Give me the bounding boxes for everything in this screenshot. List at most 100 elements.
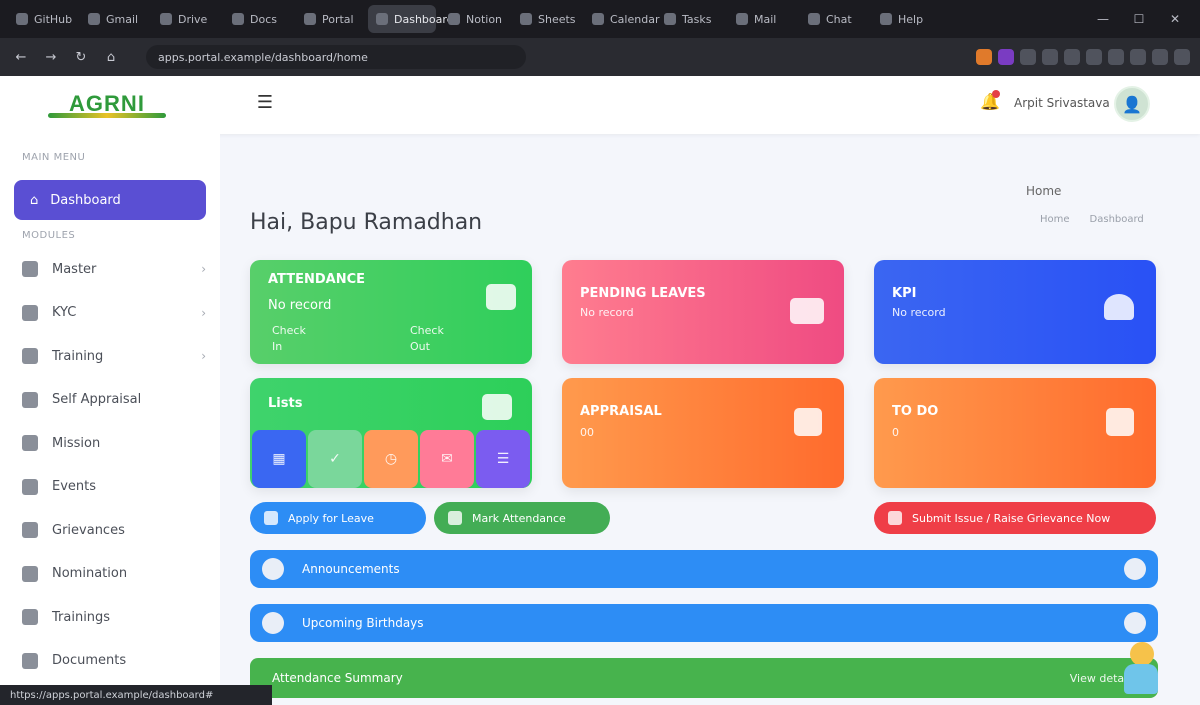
app-logo[interactable]: AGRNI (44, 86, 170, 122)
browser-tab[interactable]: GitHub (8, 5, 76, 33)
todo-card[interactable]: TO DO 0 (874, 378, 1156, 488)
card-title: ATTENDANCE (268, 272, 365, 287)
mascot-head (1130, 642, 1154, 666)
browser-tab[interactable]: Mail (728, 5, 796, 33)
menu-item-icon (22, 261, 38, 277)
card-value: 0 (892, 426, 899, 439)
tab-label: Portal (322, 12, 354, 26)
card-title: Lists (268, 396, 303, 411)
tab-label: Gmail (106, 12, 139, 26)
breadcrumb-home[interactable]: Home (1040, 214, 1070, 225)
avatar[interactable]: 👤 (1114, 86, 1150, 122)
lists-card: Lists ▦ ✓ ◷ ✉ ☰ (250, 378, 532, 488)
attendance-summary-bar[interactable]: Attendance Summary View details (250, 658, 1158, 698)
attendance-icon (448, 511, 462, 525)
heart-icon (482, 394, 512, 420)
sidebar-item-self-appraisal[interactable]: Self Appraisal (22, 385, 206, 415)
browser-tab[interactable]: Notion (440, 5, 508, 33)
browser-tab[interactable]: Chat (800, 5, 868, 33)
extension-icon[interactable] (1042, 49, 1058, 65)
tab-favicon (160, 13, 172, 25)
sidebar-item-label: Events (52, 479, 97, 494)
card-value: No record (580, 306, 634, 319)
birthdays-strip[interactable]: Upcoming Birthdays (250, 604, 1158, 642)
expand-icon[interactable] (1124, 612, 1146, 634)
sidebar-item-kyc[interactable]: KYC › (22, 298, 206, 328)
browser-tab[interactable]: Docs (224, 5, 292, 33)
card-title: APPRAISAL (580, 404, 662, 419)
forward-icon[interactable]: → (40, 46, 62, 68)
home-icon[interactable]: ⌂ (100, 46, 122, 68)
quick-link-tile[interactable]: ◷ (364, 430, 418, 488)
tab-label: Sheets (538, 12, 576, 26)
sidebar-item-mission[interactable]: Mission (22, 428, 206, 458)
button-label: Submit Issue / Raise Grievance Now (912, 511, 1111, 525)
breadcrumb-current: Dashboard (1089, 214, 1144, 225)
kpi-card[interactable]: KPI No record (874, 260, 1156, 364)
tab-label: Calendar (610, 12, 660, 26)
back-icon[interactable]: ← (10, 46, 32, 68)
extension-icon[interactable] (1086, 49, 1102, 65)
browser-tab[interactable]: Portal (296, 5, 364, 33)
browser-tab[interactable]: Sheets (512, 5, 580, 33)
close-window-icon[interactable]: ✕ (1162, 10, 1188, 28)
menu-item-icon (22, 609, 38, 625)
extension-icon[interactable] (998, 49, 1014, 65)
tab-label: Drive (178, 12, 208, 26)
apply-leave-button[interactable]: Apply for Leave (250, 502, 426, 534)
extension-icon[interactable] (1152, 49, 1168, 65)
sidebar-item-documents[interactable]: Documents (22, 646, 206, 676)
address-bar[interactable]: apps.portal.example/dashboard/home (146, 45, 526, 69)
breadcrumb-title: Home (1026, 184, 1062, 198)
sidebar-item-nomination[interactable]: Nomination (22, 559, 206, 589)
sidebar-item-events[interactable]: Events (22, 472, 206, 502)
quick-link-tile[interactable]: ✓ (308, 430, 362, 488)
browser-tab[interactable]: Help (872, 5, 940, 33)
notification-bell-icon[interactable]: 🔔 (980, 90, 1000, 114)
megaphone-icon (262, 558, 284, 580)
sidebar-item-grievances[interactable]: Grievances (22, 515, 206, 545)
maximize-window-icon[interactable]: ☐ (1126, 10, 1152, 28)
tab-favicon (520, 13, 532, 25)
sidebar-item-label: Master (52, 261, 97, 277)
user-name[interactable]: Arpit Srivastava (1014, 96, 1110, 110)
minimize-window-icon[interactable]: — (1090, 10, 1116, 28)
sidebar-item-master[interactable]: Master › (22, 254, 206, 284)
chevron-right-icon: › (201, 349, 206, 363)
extension-icon[interactable] (976, 49, 992, 65)
cake-icon (262, 612, 284, 634)
quick-link-tile[interactable]: ✉ (420, 430, 474, 488)
reload-icon[interactable]: ↻ (70, 46, 92, 68)
browser-tab[interactable]: Tasks (656, 5, 724, 33)
leave-icon (264, 511, 278, 525)
appraisal-card[interactable]: APPRAISAL 00 (562, 378, 844, 488)
browser-tab[interactable]: Calendar (584, 5, 659, 33)
quick-link-tile[interactable]: ▦ (252, 430, 306, 488)
pending-leaves-card[interactable]: PENDING LEAVES No record (562, 260, 844, 364)
extension-icon[interactable] (1020, 49, 1036, 65)
raise-grievance-button[interactable]: Submit Issue / Raise Grievance Now (874, 502, 1156, 534)
quick-link-tile[interactable]: ☰ (476, 430, 530, 488)
extension-icon[interactable] (1130, 49, 1146, 65)
sidebar-item-training[interactable]: Training › (22, 341, 206, 371)
sidebar-item-trainings[interactable]: Trainings (22, 602, 206, 632)
extension-icon[interactable] (1108, 49, 1124, 65)
expand-icon[interactable] (1124, 558, 1146, 580)
attendance-card[interactable]: ATTENDANCE No record Check In Check Out (250, 260, 532, 364)
sidebar-item-dashboard[interactable]: ⌂ Dashboard (14, 180, 206, 220)
card-subtitle: No record (268, 298, 332, 313)
menu-item-icon (22, 304, 38, 321)
mark-attendance-button[interactable]: Mark Attendance (434, 502, 610, 534)
menu-toggle-icon[interactable]: ☰ (252, 92, 278, 116)
extension-icon[interactable] (1064, 49, 1080, 65)
logo-underline (48, 113, 166, 118)
announcements-strip[interactable]: Announcements (250, 550, 1158, 588)
tab-favicon (808, 13, 820, 25)
browser-tab[interactable]: Drive (152, 5, 220, 33)
menu-item-icon (22, 652, 38, 669)
bar-title: Attendance Summary (272, 671, 403, 685)
browser-tab[interactable]: Gmail (80, 5, 148, 33)
browser-tab[interactable]: Dashboard (368, 5, 454, 33)
extension-icon[interactable] (1174, 49, 1190, 65)
chat-assistant-mascot[interactable] (1118, 636, 1162, 700)
